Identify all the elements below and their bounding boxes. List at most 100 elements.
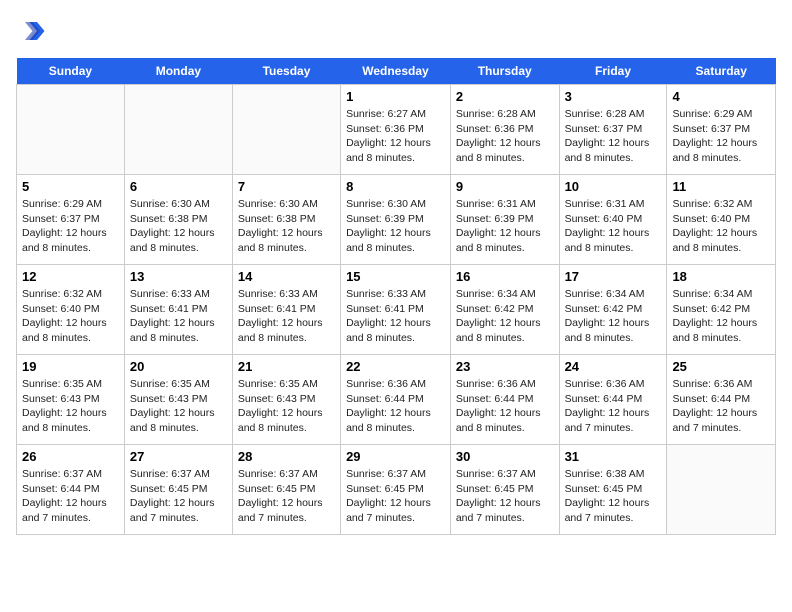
cell-sun-info: Sunrise: 6:29 AM Sunset: 6:37 PM Dayligh… <box>672 107 770 166</box>
cell-sun-info: Sunrise: 6:37 AM Sunset: 6:45 PM Dayligh… <box>456 467 554 526</box>
cell-sun-info: Sunrise: 6:35 AM Sunset: 6:43 PM Dayligh… <box>22 377 119 436</box>
calendar-cell <box>124 85 232 175</box>
cell-sun-info: Sunrise: 6:28 AM Sunset: 6:37 PM Dayligh… <box>565 107 662 166</box>
cell-sun-info: Sunrise: 6:37 AM Sunset: 6:45 PM Dayligh… <box>238 467 335 526</box>
calendar-cell: 19 Sunrise: 6:35 AM Sunset: 6:43 PM Dayli… <box>17 355 125 445</box>
date-number: 8 <box>346 179 445 194</box>
cell-sun-info: Sunrise: 6:37 AM Sunset: 6:45 PM Dayligh… <box>346 467 445 526</box>
calendar-cell: 27 Sunrise: 6:37 AM Sunset: 6:45 PM Dayli… <box>124 445 232 535</box>
cell-sun-info: Sunrise: 6:30 AM Sunset: 6:38 PM Dayligh… <box>130 197 227 256</box>
calendar-cell: 12 Sunrise: 6:32 AM Sunset: 6:40 PM Dayli… <box>17 265 125 355</box>
day-header-tuesday: Tuesday <box>232 58 340 85</box>
date-number: 25 <box>672 359 770 374</box>
calendar-cell: 3 Sunrise: 6:28 AM Sunset: 6:37 PM Daylig… <box>559 85 667 175</box>
date-number: 7 <box>238 179 335 194</box>
date-number: 4 <box>672 89 770 104</box>
calendar-cell: 11 Sunrise: 6:32 AM Sunset: 6:40 PM Dayli… <box>667 175 776 265</box>
date-number: 23 <box>456 359 554 374</box>
cell-sun-info: Sunrise: 6:29 AM Sunset: 6:37 PM Dayligh… <box>22 197 119 256</box>
calendar-cell: 16Sunrise: 6:34 AM Sunset: 6:42 PM Dayli… <box>450 265 559 355</box>
calendar-cell: 8Sunrise: 6:30 AM Sunset: 6:39 PM Daylig… <box>341 175 451 265</box>
calendar-cell: 20 Sunrise: 6:35 AM Sunset: 6:43 PM Dayli… <box>124 355 232 445</box>
date-number: 17 <box>565 269 662 284</box>
week-row-2: 5 Sunrise: 6:29 AM Sunset: 6:37 PM Daylig… <box>17 175 776 265</box>
date-number: 14 <box>238 269 335 284</box>
calendar-cell: 9 Sunrise: 6:31 AM Sunset: 6:39 PM Daylig… <box>450 175 559 265</box>
calendar-body: 1Sunrise: 6:27 AM Sunset: 6:36 PM Daylig… <box>17 85 776 535</box>
date-number: 9 <box>456 179 554 194</box>
calendar-cell: 31 Sunrise: 6:38 AM Sunset: 6:45 PM Dayli… <box>559 445 667 535</box>
date-number: 13 <box>130 269 227 284</box>
calendar-cell: 10 Sunrise: 6:31 AM Sunset: 6:40 PM Dayli… <box>559 175 667 265</box>
cell-sun-info: Sunrise: 6:32 AM Sunset: 6:40 PM Dayligh… <box>22 287 119 346</box>
calendar-cell: 6 Sunrise: 6:30 AM Sunset: 6:38 PM Daylig… <box>124 175 232 265</box>
cell-sun-info: Sunrise: 6:38 AM Sunset: 6:45 PM Dayligh… <box>565 467 662 526</box>
cell-sun-info: Sunrise: 6:34 AM Sunset: 6:42 PM Dayligh… <box>565 287 662 346</box>
calendar-cell: 29 Sunrise: 6:37 AM Sunset: 6:45 PM Dayli… <box>341 445 451 535</box>
calendar-cell: 18Sunrise: 6:34 AM Sunset: 6:42 PM Dayli… <box>667 265 776 355</box>
cell-sun-info: Sunrise: 6:30 AM Sunset: 6:38 PM Dayligh… <box>238 197 335 256</box>
calendar-cell <box>232 85 340 175</box>
cell-sun-info: Sunrise: 6:33 AM Sunset: 6:41 PM Dayligh… <box>130 287 227 346</box>
cell-sun-info: Sunrise: 6:37 AM Sunset: 6:45 PM Dayligh… <box>130 467 227 526</box>
day-header-thursday: Thursday <box>450 58 559 85</box>
cell-sun-info: Sunrise: 6:36 AM Sunset: 6:44 PM Dayligh… <box>346 377 445 436</box>
cell-sun-info: Sunrise: 6:33 AM Sunset: 6:41 PM Dayligh… <box>238 287 335 346</box>
date-number: 29 <box>346 449 445 464</box>
date-number: 27 <box>130 449 227 464</box>
calendar-cell: 13 Sunrise: 6:33 AM Sunset: 6:41 PM Dayli… <box>124 265 232 355</box>
week-row-1: 1Sunrise: 6:27 AM Sunset: 6:36 PM Daylig… <box>17 85 776 175</box>
cell-sun-info: Sunrise: 6:33 AM Sunset: 6:41 PM Dayligh… <box>346 287 445 346</box>
calendar-cell: 4 Sunrise: 6:29 AM Sunset: 6:37 PM Daylig… <box>667 85 776 175</box>
cell-sun-info: Sunrise: 6:31 AM Sunset: 6:40 PM Dayligh… <box>565 197 662 256</box>
calendar-cell: 5 Sunrise: 6:29 AM Sunset: 6:37 PM Daylig… <box>17 175 125 265</box>
date-number: 1 <box>346 89 445 104</box>
date-number: 19 <box>22 359 119 374</box>
date-number: 21 <box>238 359 335 374</box>
calendar-cell: 30 Sunrise: 6:37 AM Sunset: 6:45 PM Dayli… <box>450 445 559 535</box>
calendar-cell: 17 Sunrise: 6:34 AM Sunset: 6:42 PM Dayli… <box>559 265 667 355</box>
date-number: 6 <box>130 179 227 194</box>
calendar-cell: 1Sunrise: 6:27 AM Sunset: 6:36 PM Daylig… <box>341 85 451 175</box>
cell-sun-info: Sunrise: 6:36 AM Sunset: 6:44 PM Dayligh… <box>672 377 770 436</box>
date-number: 24 <box>565 359 662 374</box>
calendar-cell: 14 Sunrise: 6:33 AM Sunset: 6:41 PM Dayli… <box>232 265 340 355</box>
date-number: 12 <box>22 269 119 284</box>
date-number: 15 <box>346 269 445 284</box>
calendar-cell: 23 Sunrise: 6:36 AM Sunset: 6:44 PM Dayli… <box>450 355 559 445</box>
week-row-4: 19 Sunrise: 6:35 AM Sunset: 6:43 PM Dayli… <box>17 355 776 445</box>
calendar-cell: 24 Sunrise: 6:36 AM Sunset: 6:44 PM Dayli… <box>559 355 667 445</box>
date-number: 3 <box>565 89 662 104</box>
date-number: 26 <box>22 449 119 464</box>
week-row-3: 12 Sunrise: 6:32 AM Sunset: 6:40 PM Dayli… <box>17 265 776 355</box>
date-number: 16 <box>456 269 554 284</box>
calendar-cell: 15 Sunrise: 6:33 AM Sunset: 6:41 PM Dayli… <box>341 265 451 355</box>
calendar-cell: 25 Sunrise: 6:36 AM Sunset: 6:44 PM Dayli… <box>667 355 776 445</box>
logo-icon <box>16 16 46 46</box>
logo <box>16 16 50 46</box>
calendar-cell: 26Sunrise: 6:37 AM Sunset: 6:44 PM Dayli… <box>17 445 125 535</box>
calendar-cell: 22 Sunrise: 6:36 AM Sunset: 6:44 PM Dayli… <box>341 355 451 445</box>
date-number: 31 <box>565 449 662 464</box>
date-number: 20 <box>130 359 227 374</box>
page-header <box>16 16 776 46</box>
cell-sun-info: Sunrise: 6:34 AM Sunset: 6:42 PM Dayligh… <box>672 287 770 346</box>
cell-sun-info: Sunrise: 6:35 AM Sunset: 6:43 PM Dayligh… <box>130 377 227 436</box>
date-number: 10 <box>565 179 662 194</box>
calendar-cell <box>667 445 776 535</box>
cell-sun-info: Sunrise: 6:36 AM Sunset: 6:44 PM Dayligh… <box>565 377 662 436</box>
calendar-cell <box>17 85 125 175</box>
date-number: 5 <box>22 179 119 194</box>
day-header-monday: Monday <box>124 58 232 85</box>
calendar-header-row: SundayMondayTuesdayWednesdayThursdayFrid… <box>17 58 776 85</box>
day-header-saturday: Saturday <box>667 58 776 85</box>
cell-sun-info: Sunrise: 6:32 AM Sunset: 6:40 PM Dayligh… <box>672 197 770 256</box>
date-number: 28 <box>238 449 335 464</box>
date-number: 11 <box>672 179 770 194</box>
day-header-friday: Friday <box>559 58 667 85</box>
cell-sun-info: Sunrise: 6:36 AM Sunset: 6:44 PM Dayligh… <box>456 377 554 436</box>
date-number: 30 <box>456 449 554 464</box>
calendar-cell: 2Sunrise: 6:28 AM Sunset: 6:36 PM Daylig… <box>450 85 559 175</box>
date-number: 22 <box>346 359 445 374</box>
cell-sun-info: Sunrise: 6:31 AM Sunset: 6:39 PM Dayligh… <box>456 197 554 256</box>
